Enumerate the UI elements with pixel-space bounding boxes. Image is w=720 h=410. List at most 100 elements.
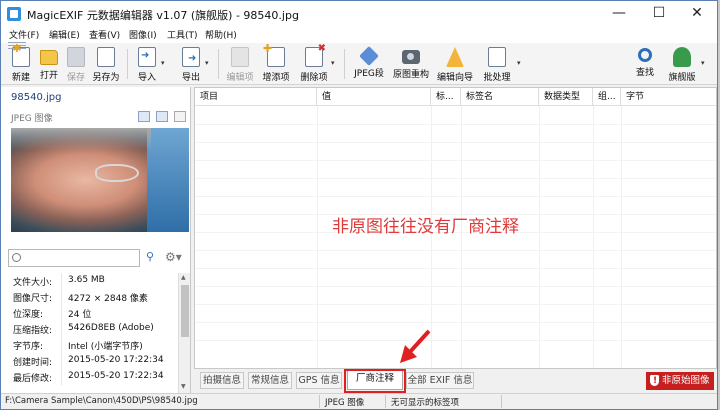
rebuild-button[interactable]: 原图重构 [391,45,431,83]
jpeg-segment-label: JPEG段 [354,69,384,79]
column-header-value[interactable]: 值 [317,88,431,106]
tab-general-info[interactable]: 常规信息 [248,372,292,389]
delete-dropdown[interactable]: ▾ [331,45,339,83]
scrollbar-thumb[interactable] [181,285,189,337]
list-item: 图像尺寸: 4272 × 2848 像素 [8,289,176,305]
highlight-box [344,369,406,393]
pointer-arrow-icon [400,329,431,363]
menu-view[interactable]: 查看(V) [89,28,120,41]
search-icon [638,48,652,62]
grid-line [195,268,716,269]
scroll-down-icon[interactable]: ▼ [181,383,186,390]
column-header-tag[interactable]: 标... [431,88,461,106]
status-hidden-tags: 无可显示的标签项 [391,398,460,408]
menu-help[interactable]: 帮助(H) [205,28,237,41]
gear-icon[interactable]: ⚙▾ [165,250,182,264]
add-item-button[interactable]: 增添项 [259,42,293,83]
chevron-down-icon: ▾ [161,59,165,67]
export-button[interactable]: 导出 [177,45,205,83]
grid-line [195,124,716,125]
status-divider [319,395,320,408]
menu-edit[interactable]: 编辑(E) [49,28,80,41]
menu-file[interactable]: 文件(F) [9,28,39,41]
property-value: 4272 × 2848 像素 [68,294,148,304]
close-button[interactable]: ✕ [677,1,717,27]
grid-line [621,106,622,368]
find-property-icon[interactable]: ⚲ [146,250,160,265]
grid-line [195,250,716,251]
column-header-group[interactable]: 组... [593,88,621,106]
file-info-panel: 98540.jpg JPEG 图像 ⚲ ⚙▾ 文件大小: 3.65 MB 图像尺寸… [1,87,191,393]
property-key: 文件大小: [13,278,53,288]
folder-icon [40,50,58,65]
app-window: MagicEXIF 元数据编辑器 v1.07 (旗舰版) - 98540.jpg… [0,0,718,410]
image-view-icon[interactable] [138,111,150,122]
column-header-data-type[interactable]: 数据类型 [539,88,593,106]
export-icon [182,47,200,67]
toolbar-divider [218,49,219,79]
edit-wizard-button[interactable]: 编辑向导 [435,45,475,83]
find-button[interactable]: 查找 [631,45,659,83]
import-label: 导入 [137,73,156,83]
title-bar: MagicEXIF 元数据编辑器 v1.07 (旗舰版) - 98540.jpg… [1,1,717,27]
batch-label: 批处理 [483,73,511,83]
list-item: 位深度: 24 位 [8,305,176,321]
grid-line [317,106,318,368]
list-item: 最后修改: 2015-05-20 17:22:34 [8,369,176,385]
grid-line [461,106,462,368]
minimize-button[interactable]: — [599,1,639,27]
save-as-button[interactable]: 另存为 [89,45,123,83]
image-preview [11,128,189,232]
toolbar: 新建 打开 保存 另存为 导入 ▾ 导出 ▾ 编辑项 [1,42,717,85]
menu-image[interactable]: 图像(I) [129,28,157,41]
save-icon [67,47,85,67]
export-dropdown[interactable]: ▾ [205,45,213,83]
property-value: 5426D8EB (Adobe) [68,323,154,333]
save-label: 保存 [66,73,85,83]
menu-tools[interactable]: 工具(T) [167,28,198,41]
edition-button[interactable]: 旗舰版 [665,45,699,83]
property-search-input[interactable] [8,249,140,267]
edition-dropdown[interactable]: ▾ [701,45,709,83]
tab-gps-info[interactable]: GPS 信息 [296,372,342,389]
document-icon[interactable] [174,111,186,122]
grid-line [195,142,716,143]
edit-icon [231,47,249,67]
tab-shooting-info[interactable]: 拍摄信息 [200,372,244,389]
list-item: 创建时间: 2015-05-20 17:22:34 [8,353,176,369]
delete-item-button[interactable]: 删除项 [297,43,331,83]
grid-line [195,160,716,161]
column-header-tag-name[interactable]: 标签名 [461,88,539,106]
import-dropdown[interactable]: ▾ [161,45,169,83]
batch-dropdown[interactable]: ▾ [517,45,525,83]
image-thumb-icon[interactable] [156,111,168,122]
wizard-icon [446,47,464,67]
badge-label: 非原始图像 [662,375,710,386]
non-original-badge[interactable]: 非原始图像 [646,372,714,390]
open-label: 打开 [39,71,58,81]
column-header-bytes[interactable]: 字节 [621,88,716,106]
batch-button[interactable]: 批处理 [479,45,515,83]
status-bar: F:\Camera Sample\Canon\450D\PS\98540.jpg… [1,393,717,409]
toolbar-divider [127,49,128,79]
jpeg-segment-button[interactable]: JPEG段 [351,45,387,83]
new-button[interactable]: 新建 [7,42,35,83]
import-button[interactable]: 导入 [133,45,161,83]
property-scrollbar[interactable]: ▲ ▼ [178,273,190,393]
grid-line [195,304,716,305]
column-header-item[interactable]: 项目 [195,88,317,106]
status-file-type: JPEG 图像 [325,398,365,408]
toolbar-divider [344,49,345,79]
tag-icon [359,46,379,66]
user-icon [673,47,691,67]
tab-all-exif[interactable]: 全部 EXIF 信息 [406,372,474,389]
delete-icon [305,43,326,67]
scroll-up-icon[interactable]: ▲ [181,274,186,281]
grid-line [539,106,540,368]
save-button[interactable]: 保存 [63,45,89,83]
property-key: 位深度: [13,310,44,320]
file-type: JPEG 图像 [11,114,53,124]
maximize-button[interactable]: ☐ [639,1,679,27]
open-button[interactable]: 打开 [35,45,63,83]
edit-item-button[interactable]: 编辑项 [223,45,257,83]
